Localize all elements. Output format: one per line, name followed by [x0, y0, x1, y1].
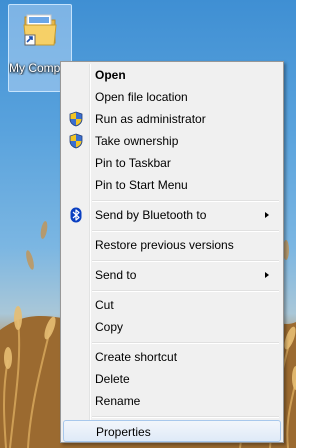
menu-item-run-as-administrator[interactable]: Run as administrator: [63, 108, 281, 130]
menu-item-restore-previous-versions[interactable]: Restore previous versions: [63, 234, 281, 256]
menu-item-delete[interactable]: Delete: [63, 368, 281, 390]
submenu-arrow-icon: [265, 212, 269, 218]
menu-separator: [92, 290, 279, 292]
uac-shield-icon: [69, 133, 83, 149]
menu-separator: [92, 416, 279, 418]
menu-item-send-to[interactable]: Send to: [63, 264, 281, 286]
menu-separator: [92, 260, 279, 262]
menu-item-take-ownership[interactable]: Take ownership: [63, 130, 281, 152]
menu-item-label: Open: [95, 68, 126, 82]
menu-item-label: Delete: [95, 372, 130, 386]
menu-item-copy[interactable]: Copy: [63, 316, 281, 338]
menu-item-label: Cut: [95, 298, 114, 312]
menu-item-label: Restore previous versions: [95, 238, 234, 252]
menu-item-pin-to-taskbar[interactable]: Pin to Taskbar: [63, 152, 281, 174]
menu-item-label: Create shortcut: [95, 350, 178, 364]
menu-item-properties[interactable]: Properties: [63, 420, 281, 442]
context-menu: Open Open file location Run as administr…: [60, 61, 284, 443]
menu-item-rename[interactable]: Rename: [63, 390, 281, 412]
uac-shield-icon: [69, 111, 83, 127]
menu-separator: [92, 342, 279, 344]
desktop-wallpaper: My Computer Open Open file location Run …: [0, 0, 296, 448]
menu-item-label: Send by Bluetooth to: [95, 208, 207, 222]
bluetooth-icon: [70, 207, 82, 223]
menu-item-label: Send to: [95, 268, 137, 282]
menu-item-label: Properties: [96, 425, 151, 439]
menu-item-label: Copy: [95, 320, 124, 334]
menu-item-cut[interactable]: Cut: [63, 294, 281, 316]
menu-item-label: Pin to Taskbar: [95, 156, 171, 170]
menu-item-create-shortcut[interactable]: Create shortcut: [63, 346, 281, 368]
menu-item-label: Rename: [95, 394, 141, 408]
menu-separator: [92, 200, 279, 202]
menu-item-pin-to-start-menu[interactable]: Pin to Start Menu: [63, 174, 281, 196]
menu-item-label: Pin to Start Menu: [95, 178, 188, 192]
folder-icon: [23, 14, 57, 46]
menu-separator: [92, 230, 279, 232]
menu-item-label: Run as administrator: [95, 112, 206, 126]
menu-item-open-file-location[interactable]: Open file location: [63, 86, 281, 108]
submenu-arrow-icon: [265, 272, 269, 278]
menu-item-send-by-bluetooth[interactable]: Send by Bluetooth to: [63, 204, 281, 226]
menu-item-open[interactable]: Open: [63, 64, 281, 86]
menu-item-label: Take ownership: [95, 134, 179, 148]
menu-item-label: Open file location: [95, 90, 188, 104]
